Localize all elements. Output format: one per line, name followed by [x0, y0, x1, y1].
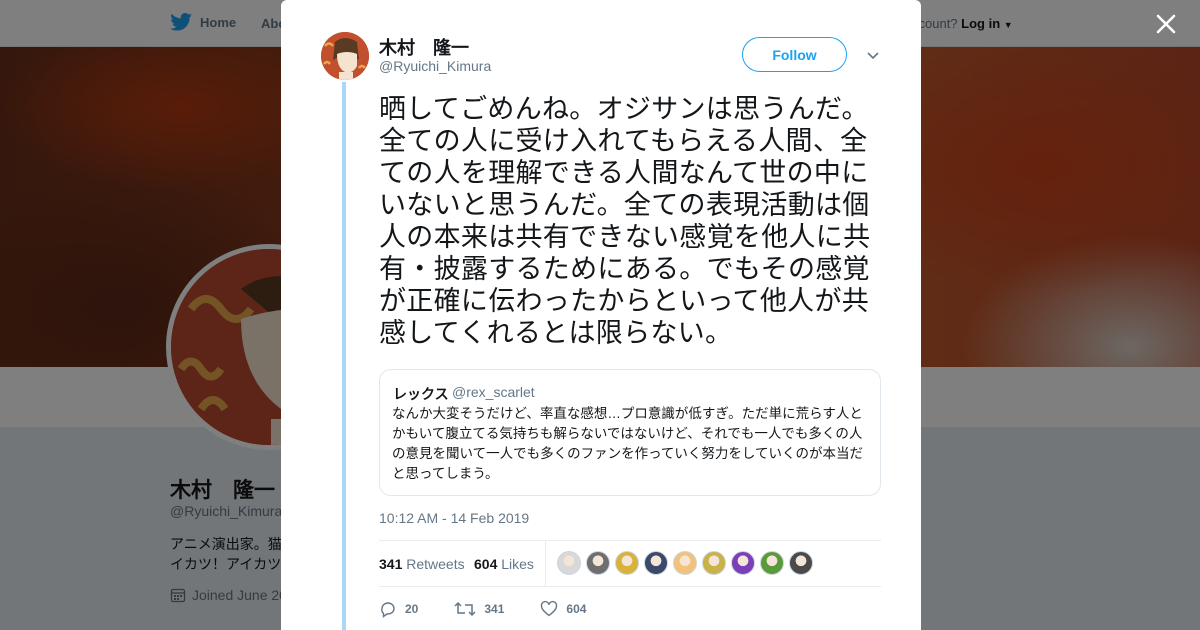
like-stat-label: Likes	[501, 556, 534, 572]
heart-icon	[541, 600, 558, 617]
quoted-author-name: レックス	[393, 386, 449, 402]
like-button[interactable]: 604	[540, 600, 586, 618]
liker-avatars	[557, 551, 813, 575]
quoted-author-handle: @rex_scarlet	[452, 384, 535, 400]
retweet-button[interactable]: 341	[454, 600, 504, 618]
retweet-stat-label: Retweets	[406, 556, 465, 572]
liker-avatar[interactable]	[557, 551, 581, 575]
liker-avatar[interactable]	[789, 551, 813, 575]
follow-button[interactable]: Follow	[742, 37, 847, 72]
liker-avatar[interactable]	[702, 551, 726, 575]
like-stat[interactable]: 604 Likes	[474, 556, 534, 572]
liker-avatar[interactable]	[731, 551, 755, 575]
tweet-actions: 20 341 604	[379, 600, 622, 618]
avatar-illustration	[321, 32, 369, 80]
tweet-stats: 341 Retweets 604 Likes	[379, 540, 881, 587]
reply-count: 20	[405, 602, 419, 616]
liker-avatar[interactable]	[644, 551, 668, 575]
quoted-tweet-text: なんか大変そうだけど、率直な感想…プロ意識が低すぎ。ただ単に荒らす人とかもいて腹…	[392, 406, 864, 481]
tweet-text: 晒してごめんね。オジサンは思うんだ。全ての人に受け入れてもらえる人間、全ての人を…	[379, 94, 871, 348]
stats-divider	[545, 541, 546, 586]
like-stat-count: 604	[474, 556, 498, 572]
tweet-modal: 木村 隆一 @Ryuichi_Kimura Follow 晒してごめんね。オジサ…	[281, 0, 921, 630]
thread-line	[342, 82, 346, 630]
retweet-icon	[454, 601, 476, 617]
author-handle[interactable]: @Ryuichi_Kimura	[379, 58, 491, 74]
reply-icon	[381, 602, 395, 618]
reply-button[interactable]: 20	[379, 600, 418, 618]
liker-avatar[interactable]	[586, 551, 610, 575]
liker-avatar[interactable]	[615, 551, 639, 575]
retweet-count: 341	[484, 602, 505, 616]
retweet-stat[interactable]: 341 Retweets	[379, 556, 465, 572]
chevron-down-icon	[867, 52, 879, 60]
author-name[interactable]: 木村 隆一	[379, 34, 469, 60]
close-button[interactable]	[1152, 10, 1180, 38]
more-options-button[interactable]	[865, 47, 881, 63]
liker-avatar[interactable]	[673, 551, 697, 575]
like-count: 604	[566, 602, 587, 616]
liker-avatar[interactable]	[760, 551, 784, 575]
quoted-tweet[interactable]: レックス @rex_scarlet なんか大変そうだけど、率直な感想…プロ意識が…	[379, 369, 881, 496]
tweet-timestamp[interactable]: 10:12 AM - 14 Feb 2019	[379, 510, 529, 526]
close-icon	[1156, 14, 1176, 34]
author-avatar[interactable]	[321, 32, 369, 80]
retweet-stat-count: 341	[379, 556, 403, 572]
